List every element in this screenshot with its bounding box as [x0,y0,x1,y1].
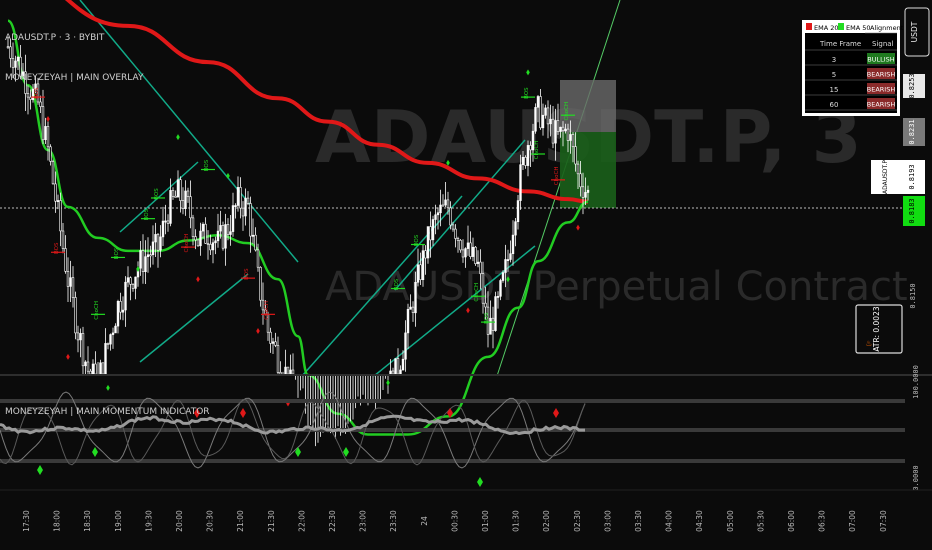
candle [101,362,105,375]
alignment-table: EMA 200 EMA 50 Alignment Time Frame Sign… [802,20,904,116]
time-axis-label: 19:30 [144,510,153,532]
svg-text:BOS: BOS [54,242,60,254]
svg-text:60: 60 [830,101,839,109]
candle [474,246,477,266]
svg-text:BEARISH: BEARISH [867,101,896,109]
svg-text:BOS: BOS [414,234,420,246]
symbol-header[interactable]: ADAUSDT.P · 3 · BYBIT [5,33,105,43]
svg-text:BOS: BOS [484,312,490,324]
price-label-8253: 0.8253 [908,73,916,98]
svg-text:BOS: BOS [524,87,530,99]
legend-alignment: Alignment [870,24,904,32]
time-axis-label: 05:30 [756,510,765,532]
time-axis-label: 20:30 [206,510,215,532]
svg-text:15: 15 [830,86,839,94]
svg-text:BOS: BOS [34,87,40,99]
svg-text:ChoCH: ChoCH [264,301,270,320]
svg-text:ChoCH: ChoCH [534,141,540,160]
time-axis-label: 07:00 [848,510,857,532]
time-axis-label: 21:00 [236,510,245,532]
svg-text:BEARISH: BEARISH [867,71,896,79]
candle [494,291,497,332]
momentum-axis-top: 100.0000 [912,365,920,399]
atr-box: ♨ ATR: 0.0023 [855,304,903,354]
time-axis-label: 23:00 [359,510,368,532]
time-axis-label: 05:00 [726,510,735,532]
svg-text:ChoCH: ChoCH [94,301,100,320]
time-axis-label: 18:30 [83,510,92,532]
time-axis-label: 20:00 [175,510,184,532]
chart-root: ADAUSDT.P, 3 ADAUSDT Perpetual Contract … [0,0,932,550]
price-label-8231: 0.8231 [908,119,916,144]
time-axis: 17:30 18:00 18:30 19:00 19:30 20:00 20:30 21:00… [22,510,888,532]
price-label-8150: 0.8150 [909,283,917,308]
svg-text:BOS: BOS [394,278,400,290]
candle [534,103,537,134]
time-axis-label: 06:00 [787,510,796,532]
candle [196,239,200,247]
candle [74,291,77,340]
time-axis-label: 02:00 [542,510,551,532]
time-axis-label: 23:30 [389,510,398,532]
svg-text:BEARISH: BEARISH [867,86,896,94]
time-axis-label: 02:30 [573,510,582,532]
candle [426,226,430,264]
time-axis-label: 18:00 [53,510,62,532]
svg-text:3: 3 [832,56,836,64]
time-axis-label: 00:30 [450,510,459,532]
ema-price-label: 0.8183 [908,198,916,223]
time-axis-label: 22:30 [328,510,337,532]
overlay-name[interactable]: MONEYZEYAH | MAIN OVERLAY [5,73,144,83]
table-header-timeframe: Time Frame [819,40,861,48]
time-axis-label: 19:00 [114,510,123,532]
candle [221,221,225,251]
candle [286,366,290,375]
svg-text:ChoCH: ChoCH [564,102,570,121]
time-axis-label: 03:30 [634,510,643,532]
price-label-8193: 0.8193 [908,164,916,189]
atr-value: ATR: 0.0023 [872,306,881,351]
time-axis-label: 24 [420,516,429,526]
candle [394,358,397,375]
time-axis-label: 22:00 [297,510,306,532]
table-header-signal: Signal [872,40,894,48]
svg-text:BOS: BOS [204,159,210,171]
svg-text:5: 5 [832,71,836,79]
time-axis-label: 07:30 [879,510,888,532]
svg-text:BOS: BOS [154,188,160,200]
svg-text:BOS: BOS [114,247,120,259]
time-axis-label: 04:30 [695,510,704,532]
time-axis-label: 03:00 [603,510,612,532]
time-axis-label: 01:30 [512,510,521,532]
time-axis-label: 21:30 [267,510,276,532]
candle [51,159,55,185]
time-axis-label: 01:00 [481,510,490,532]
time-axis-label: 06:30 [818,510,827,532]
svg-text:BULLISH: BULLISH [867,56,895,64]
svg-text:BOS: BOS [244,268,250,280]
svg-text:ChoCH: ChoCH [554,167,560,186]
symbol-tag: ADAUSDT.P [882,160,889,194]
svg-text:ChoCH: ChoCH [474,283,480,302]
svg-text:BOS: BOS [144,208,150,220]
time-axis-label: 17:30 [22,510,31,532]
time-axis-label: 04:00 [665,510,674,532]
momentum-axis-bottom: 0.0000 [912,465,920,490]
svg-text:ChoCH: ChoCH [184,234,190,253]
legend-ema50: EMA 50 [846,24,871,32]
momentum-name[interactable]: MONEYZEYAH | MAIN MOMENTUM INDICATOR [5,407,210,417]
usdt-button[interactable]: USDT [910,21,919,42]
